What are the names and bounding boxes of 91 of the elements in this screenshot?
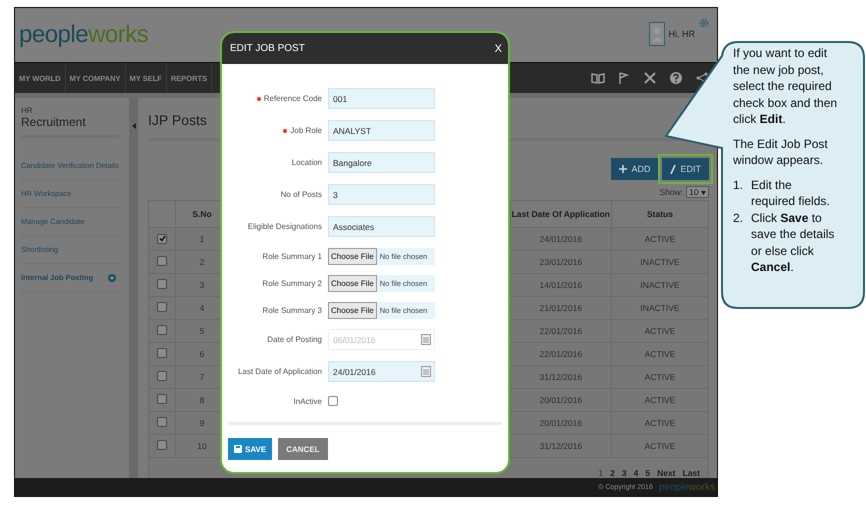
row-checkbox[interactable] — [157, 394, 167, 404]
field-label: Reference Code — [264, 94, 322, 103]
row-checkbox[interactable] — [157, 279, 167, 289]
logo: peopleworks — [658, 482, 715, 492]
cancel-button[interactable]: CANCEL — [278, 438, 328, 460]
step-number: 2. — [733, 210, 744, 226]
row-checkbox[interactable] — [157, 371, 167, 381]
table-cell: ACTIVE — [612, 412, 708, 434]
pagination-link[interactable]: 3 — [622, 468, 627, 478]
text-field[interactable]: Bangalore — [328, 152, 435, 173]
save-button[interactable]: SAVE — [228, 438, 272, 460]
calendar-icon[interactable] — [421, 366, 431, 377]
table-cell: 20/01/2016 — [510, 412, 612, 434]
field-label: Role Summary 2 — [262, 278, 322, 288]
user-greeting: Hi, HR — [668, 29, 695, 39]
avatar-icon — [648, 22, 664, 46]
checkbox[interactable] — [328, 396, 338, 406]
field-label: Role Summary 3 — [262, 306, 322, 314]
row-checkbox[interactable] — [157, 302, 167, 312]
table-cell: 21/01/2016 — [510, 296, 612, 320]
pagination-link[interactable]: Next — [657, 468, 676, 478]
plus-icon — [619, 165, 628, 173]
column-header: Last Date Of Application — [510, 200, 612, 228]
table-cell: INACTIVE — [612, 250, 708, 274]
flag-icon[interactable] — [617, 71, 631, 85]
field-label: Location — [292, 158, 322, 167]
text-field[interactable]: ANALYST — [328, 120, 435, 141]
row-checkbox[interactable] — [157, 348, 167, 358]
table-cell: INACTIVE — [612, 296, 708, 320]
collapse-handle[interactable] — [130, 98, 138, 478]
step-text: Edit the required fields. — [751, 176, 831, 210]
table-cell: ACTIVE — [612, 388, 708, 412]
field-label: InActive — [294, 396, 322, 406]
date-field[interactable]: 24/01/2016 — [328, 361, 435, 382]
table-cell: 22/01/2016 — [510, 320, 612, 342]
text-field[interactable]: 3 — [328, 184, 435, 205]
table-cell: ACTIVE — [612, 366, 708, 388]
table-cell: ACTIVE — [612, 342, 708, 366]
table-cell: 31/12/2016 — [510, 366, 612, 388]
row-checkbox[interactable] — [157, 417, 167, 427]
choose-file-button[interactable]: Choose File — [328, 302, 377, 318]
pagination-link[interactable]: Last — [682, 468, 700, 478]
text-field[interactable]: 001 — [328, 88, 435, 109]
expand-icon[interactable] — [108, 274, 116, 282]
step-number: 1. — [733, 176, 744, 194]
step-text: Click Save to save the details or else click Cancel. — [751, 210, 836, 276]
table-cell: INACTIVE — [612, 274, 708, 296]
field-label: Eligible Designations — [248, 222, 322, 231]
table-cell: ACTIVE — [612, 434, 708, 458]
row-checkbox[interactable] — [157, 440, 167, 450]
book-icon[interactable] — [591, 71, 605, 85]
table-cell: ACTIVE — [612, 228, 708, 250]
collapse-arrow-icon[interactable] — [132, 123, 136, 129]
row-checkbox[interactable] — [157, 325, 167, 335]
table-cell: 24/01/2016 — [510, 228, 612, 250]
edit-button[interactable]: EDIT — [662, 158, 709, 180]
field-label: No of Posts — [280, 190, 322, 199]
page-size-select[interactable]: 10 — [686, 186, 709, 198]
add-button[interactable]: ADD — [611, 158, 658, 180]
choose-file-button[interactable]: Choose File — [328, 274, 377, 292]
table-cell: ACTIVE — [612, 320, 708, 342]
close-button[interactable]: X — [494, 42, 502, 54]
dropdown-caret-icon[interactable] — [701, 191, 706, 195]
row-checkbox[interactable] — [157, 234, 167, 244]
table-cell: 14/01/2016 — [510, 274, 612, 296]
table-cell: 22/01/2016 — [510, 342, 612, 366]
pagination-link[interactable]: 2 — [610, 468, 615, 478]
row-checkbox[interactable] — [157, 256, 167, 266]
section-title: Recruitment — [21, 115, 119, 138]
help-icon[interactable] — [669, 71, 683, 85]
field-label: Date of Posting — [267, 335, 322, 344]
pagination-link[interactable]: 4 — [634, 468, 638, 478]
pencil-icon — [670, 164, 676, 174]
section-label: HR — [21, 106, 34, 115]
pagination-link[interactable]: 5 — [645, 468, 650, 478]
callout-text: If you want to edit the new job post, select the required check box and then click Edit. — [733, 45, 838, 128]
field-label: Job Role — [290, 126, 322, 135]
settings-icon[interactable] — [699, 18, 709, 28]
field-label: Role Summary 1 — [262, 252, 322, 260]
column-header: Status — [612, 200, 708, 228]
dialog-title: EDIT JOB POST — [230, 43, 305, 54]
show-label: Show: — [660, 187, 684, 197]
text-field[interactable]: Associates — [328, 216, 435, 237]
field-label: Last Date of Application — [238, 367, 322, 376]
callout-text: The Edit Job Post window appears. — [733, 136, 829, 168]
table-cell: 20/01/2016 — [510, 388, 612, 412]
logo: peopleworks — [19, 23, 148, 47]
table-cell: 23/01/2016 — [510, 250, 612, 274]
choose-file-button[interactable]: Choose File — [328, 248, 377, 264]
table-cell: 31/12/2016 — [510, 434, 612, 458]
pagination-link[interactable]: 1 — [598, 468, 604, 478]
